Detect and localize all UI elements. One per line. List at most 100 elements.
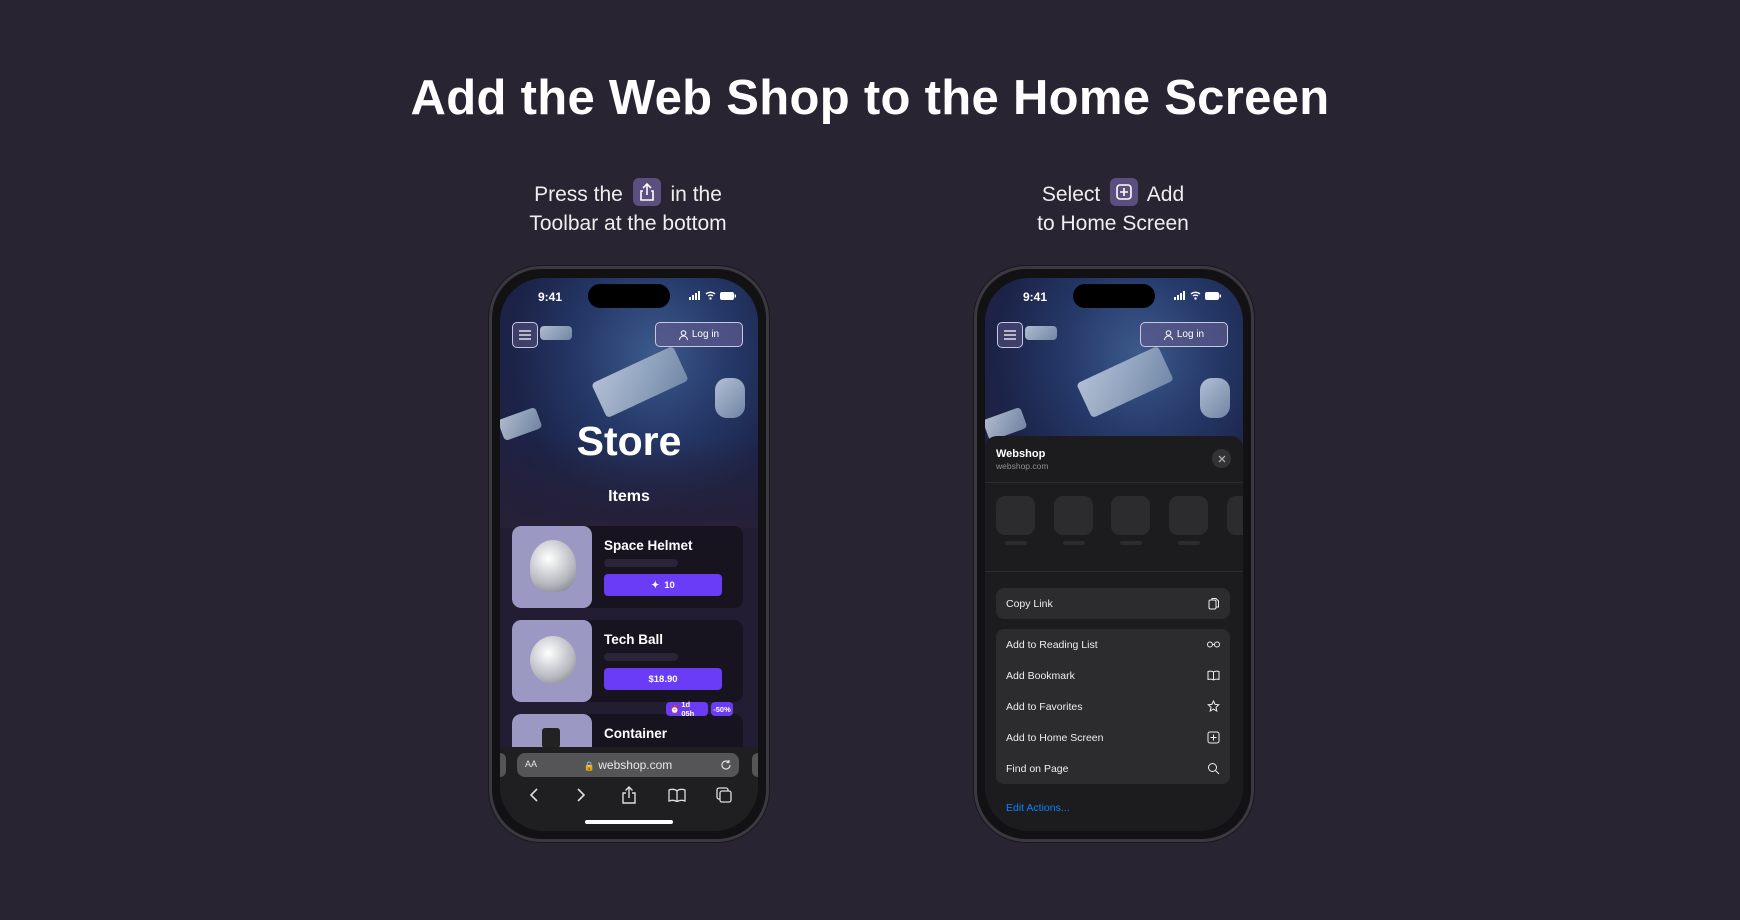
sheet-title: Webshop	[996, 448, 1046, 460]
copy-link-group: Copy Link	[996, 588, 1230, 619]
add-favorites-action[interactable]: Add to Favorites	[996, 691, 1230, 722]
reload-icon[interactable]	[720, 759, 732, 771]
phone-share-sheet: 9:41 Log in Webshop webshop.com Copy Lin…	[974, 266, 1254, 842]
safari-nav-row	[500, 783, 758, 807]
add-bookmark-action[interactable]: Add Bookmark	[996, 660, 1230, 691]
lock-icon: 🔒	[583, 761, 595, 771]
wifi-icon	[1190, 291, 1201, 300]
alarm-icon: ⏰	[670, 704, 680, 714]
address-bar[interactable]: AA 🔒 webshop.com	[517, 753, 739, 777]
bookmarks-icon[interactable]	[662, 783, 692, 807]
login-button[interactable]: Log in	[655, 322, 743, 347]
app-label-placeholder	[1120, 541, 1142, 545]
menu-button[interactable]	[997, 322, 1023, 348]
menu-button[interactable]	[512, 322, 538, 348]
app-icon-placeholder[interactable]	[1054, 496, 1093, 535]
status-icons	[689, 291, 736, 300]
placeholder-bar	[604, 559, 678, 567]
app-icon-placeholder[interactable]	[1111, 496, 1150, 535]
home-indicator	[585, 820, 673, 824]
user-icon	[678, 329, 688, 340]
caption-text: Press the	[534, 183, 623, 206]
item-card[interactable]: Tech Ball $18.90	[512, 620, 743, 702]
signal-icon	[1174, 291, 1185, 300]
url-text: webshop.com	[598, 758, 673, 772]
star-icon	[1207, 700, 1220, 712]
discount-badge: -50%	[711, 702, 733, 716]
timer-text: 1d 05h	[681, 700, 695, 718]
book-icon	[1207, 670, 1220, 681]
close-button[interactable]	[1212, 449, 1231, 468]
add-home-screen-action[interactable]: Add to Home Screen	[996, 722, 1230, 753]
prev-tab-stub[interactable]	[500, 753, 506, 777]
status-icons	[1174, 291, 1221, 300]
edit-actions-link[interactable]: Edit Actions...	[1006, 802, 1070, 814]
timer-badge: ⏰ 1d 05h	[666, 700, 708, 718]
url-display: 🔒 webshop.com	[517, 758, 739, 772]
add-square-icon	[1207, 731, 1220, 744]
caption-text: to Home Screen	[1037, 212, 1189, 236]
share-sheet: Webshop webshop.com Copy Link Add to Rea…	[985, 436, 1243, 831]
caption-text: Toolbar at the bottom	[529, 212, 727, 236]
tabs-icon[interactable]	[709, 783, 739, 807]
app-icon-placeholder[interactable]	[1227, 496, 1243, 535]
glasses-icon	[1207, 641, 1220, 648]
status-time: 9:41	[1023, 290, 1048, 304]
battery-icon	[720, 291, 736, 300]
find-on-page-action[interactable]: Find on Page	[996, 753, 1230, 784]
close-icon	[1218, 455, 1225, 462]
dynamic-island	[1073, 284, 1155, 308]
dynamic-island	[588, 284, 670, 308]
hamburger-icon	[1004, 330, 1016, 340]
app-label-placeholder	[1005, 541, 1027, 545]
placeholder-bar	[604, 653, 678, 661]
app-icon-placeholder[interactable]	[996, 496, 1035, 535]
app-label-placeholder	[1178, 541, 1200, 545]
wifi-icon	[705, 291, 716, 300]
login-label: Log in	[1176, 329, 1205, 340]
items-heading: Items	[608, 488, 650, 505]
safari-toolbar: AA 🔒 webshop.com	[500, 747, 758, 831]
buy-button[interactable]: $18.90	[604, 668, 722, 690]
sparkle-icon: ✦	[651, 579, 660, 591]
store-heading: Store	[576, 418, 682, 464]
login-label: Log in	[691, 329, 720, 340]
next-tab-stub[interactable]	[752, 753, 758, 777]
app-icon-placeholder[interactable]	[1169, 496, 1208, 535]
search-icon	[1208, 763, 1220, 775]
phone-screen: 9:41 Log in Store Items Space Helmet ✦ 10…	[500, 278, 758, 831]
item-name: Space Helmet	[604, 538, 693, 553]
copy-link-action[interactable]: Copy Link	[996, 588, 1230, 619]
login-button[interactable]: Log in	[1140, 322, 1228, 347]
price: 10	[664, 579, 675, 591]
hamburger-icon	[519, 330, 531, 340]
item-name: Container	[604, 726, 668, 741]
share-icon	[632, 178, 661, 207]
sheet-url: webshop.com	[996, 461, 1049, 471]
divider	[985, 482, 1243, 483]
battery-icon	[1205, 291, 1221, 300]
action-label: Find on Page	[1006, 762, 1069, 775]
item-card[interactable]: Space Helmet ✦ 10	[512, 526, 743, 608]
back-icon[interactable]	[519, 783, 549, 807]
action-label: Add to Reading List	[1006, 638, 1098, 651]
caption-text: Add	[1146, 183, 1185, 206]
app-label-placeholder	[1063, 541, 1085, 545]
add-square-icon	[1110, 178, 1139, 207]
add-reading-list-action[interactable]: Add to Reading List	[996, 629, 1230, 660]
item-image-ball	[512, 620, 592, 702]
buy-button[interactable]: ✦ 10	[604, 574, 722, 596]
caption-text: in the	[670, 183, 722, 206]
caption-text: Select	[1041, 183, 1101, 206]
user-icon	[1163, 329, 1173, 340]
signal-icon	[689, 291, 700, 300]
action-label: Add to Home Screen	[1006, 731, 1104, 744]
phone-store: 9:41 Log in Store Items Space Helmet ✦ 10…	[489, 266, 769, 842]
phone-screen: 9:41 Log in Webshop webshop.com Copy Lin…	[985, 278, 1243, 831]
forward-icon[interactable]	[566, 783, 596, 807]
step-1-caption: Press the in the Toolbar at the bottom	[448, 178, 808, 238]
status-time: 9:41	[538, 290, 563, 304]
item-name: Tech Ball	[604, 632, 664, 647]
share-icon[interactable]	[614, 783, 644, 807]
price: $18.90	[648, 673, 678, 685]
